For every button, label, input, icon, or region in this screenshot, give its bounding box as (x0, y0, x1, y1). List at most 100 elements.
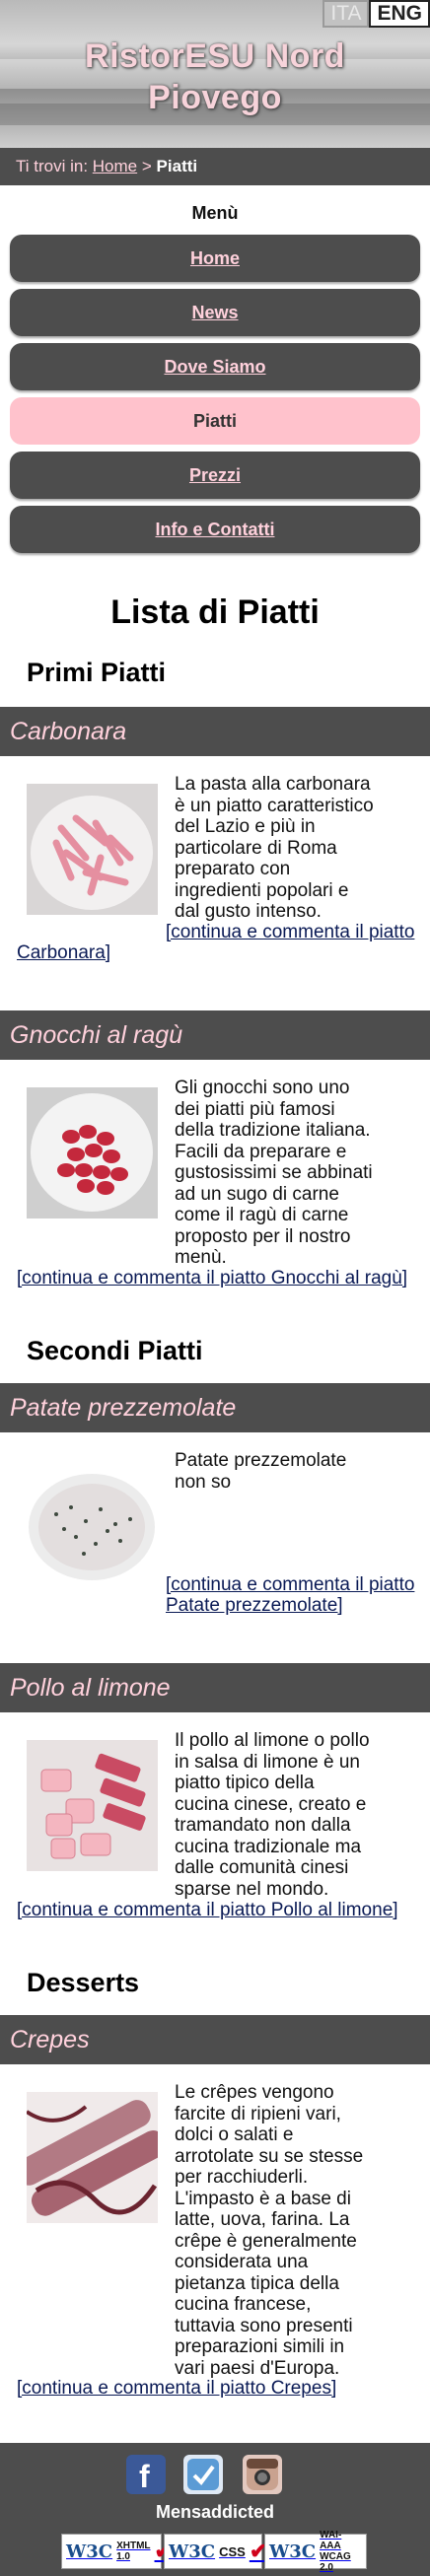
dish-title-gnocchi: Gnocchi al ragù (0, 1010, 430, 1060)
badge-std-version: WCAG 2.0 (320, 2551, 351, 2573)
desc-line: Il pollo al limone o pollo (175, 1730, 370, 1751)
dish-image-crepes (27, 2092, 158, 2223)
lang-ita-link[interactable]: ITA (322, 0, 370, 28)
desc-line: sparse nel mondo. (175, 1878, 329, 1900)
badge-std-name: XHTML (116, 2541, 151, 2551)
desc-line: in salsa di limone è un (175, 1751, 360, 1773)
badge-standard: WAI-AAA WCAG 2.0 (320, 2530, 362, 2573)
facebook-icon[interactable]: f (126, 2455, 166, 2494)
desc-line: latte, uova, farina. La (175, 2209, 350, 2230)
menu-item-dove-siamo[interactable]: Dove Siamo (10, 343, 420, 390)
menu-item-info-contatti[interactable]: Info e Contatti (10, 506, 420, 553)
desc-line: tuttavia sono presenti (175, 2315, 353, 2336)
menu-item-home[interactable]: Home (10, 235, 420, 282)
desc-line: piatto tipico della (175, 1773, 315, 1793)
section-heading-desserts: Desserts (27, 1968, 140, 1997)
dish-image-pollo (27, 1740, 158, 1871)
dish-image-patate (27, 1460, 158, 1591)
dish-title-carbonara: Carbonara (0, 707, 430, 756)
desc-line: tramandato non dalla (175, 1815, 351, 1836)
svg-text:f: f (139, 2459, 150, 2494)
lang-eng-link[interactable]: ENG (369, 0, 430, 28)
desc-line: come il ragù di carne (175, 1205, 349, 1225)
breadcrumb: Ti trovi in: Home > Piatti (0, 148, 430, 185)
desc-line: farcite di ripieni vari, (175, 2103, 341, 2124)
desc-line: è un piatto caratteristico (175, 795, 374, 816)
desc-line: particolare di Roma (175, 837, 337, 859)
desc-line: crêpe è generalmente (175, 2230, 357, 2252)
breadcrumb-current: Piatti (156, 157, 198, 175)
site-title-line2: Piovego (148, 79, 282, 116)
menu-item-news[interactable]: News (10, 289, 420, 336)
section-heading-primi: Primi Piatti (27, 658, 167, 687)
dish-image-carbonara (27, 784, 158, 915)
dish-image-gnocchi (27, 1087, 158, 1218)
desc-line: ingredienti popolari e (175, 879, 349, 901)
dish-link-patate-part1[interactable]: [continua e commenta il piatto (166, 1574, 414, 1596)
desc-line: Gli gnocchi sono uno (175, 1078, 350, 1098)
site-header: ITA ENG RistorESU Nord Piovego (0, 0, 430, 148)
badge-w3c-logo: W3C (269, 2541, 317, 2562)
desc-line: preparazioni simili in (175, 2336, 345, 2357)
desc-line: gustosissimi se abbinati (175, 1162, 373, 1183)
dish-link-patate-part2[interactable]: Patate prezzemolate] (166, 1595, 343, 1617)
desc-line: dolci o salati e (175, 2124, 294, 2145)
menu-item-prezzi[interactable]: Prezzi (10, 452, 420, 499)
desc-line: dei piatti più famosi (175, 1098, 335, 1120)
desc-line: pietanza tipica della (175, 2272, 339, 2294)
instagram-icon[interactable] (243, 2455, 282, 2494)
desc-line: Patate prezzemolate (175, 1450, 347, 1471)
desc-line: arrotolate su se stesse (175, 2145, 364, 2167)
desc-line: non so (175, 1471, 232, 1493)
desc-line: dal gusto intenso. (175, 901, 322, 922)
desc-line: Le crêpes vengono (175, 2082, 334, 2103)
site-footer: f Mensaddicted W3C XHTML1.0 ✔ W3C CSS ✔ … (0, 2443, 430, 2576)
dish-description-carbonara: La pasta alla carbonara è un piatto cara… (175, 774, 396, 923)
badge-w3c-logo: W3C (66, 2541, 113, 2562)
desc-line: menù. (175, 1247, 227, 1268)
footer-site-name: Mensaddicted (155, 2502, 275, 2522)
dish-description-crepes: Le crêpes vengono farcite di ripieni var… (175, 2082, 396, 2379)
dish-title-patate: Patate prezzemolate (0, 1383, 430, 1432)
desc-line: La pasta alla carbonara (175, 774, 371, 795)
menu-item-piatti-active: Piatti (10, 397, 420, 445)
breadcrumb-prefix: Ti trovi in: (16, 157, 89, 175)
desc-line: del Lazio e più in (175, 816, 316, 837)
desc-line: della tradizione italiana. (175, 1120, 371, 1141)
desc-line: considerata una (175, 2252, 309, 2272)
language-switcher: ITA ENG (322, 0, 430, 28)
badge-std-version: 1.0 (116, 2551, 130, 2562)
dish-description-gnocchi: Gli gnocchi sono uno dei piatti più famo… (175, 1078, 396, 1269)
badge-std-name: WAI-AAA (320, 2530, 342, 2551)
dish-title-crepes: Crepes (0, 2015, 430, 2064)
desc-line: dalle comunità cinesi (175, 1857, 349, 1878)
dish-link-gnocchi[interactable]: [continua e commenta il piatto Gnocchi a… (17, 1268, 407, 1289)
desc-line: cucina francese, (175, 2294, 312, 2315)
dish-description-pollo: Il pollo al limone o pollo in salsa di l… (175, 1730, 396, 1900)
site-title: RistorESU Nord Piovego (0, 35, 430, 118)
page-heading: Lista di Piatti (110, 593, 320, 631)
breadcrumb-home-link[interactable]: Home (93, 157, 137, 175)
dish-title-pollo: Pollo al limone (0, 1663, 430, 1712)
badge-std-name: CSS (219, 2543, 246, 2559)
desc-line: L'impasto è a base di (175, 2188, 351, 2209)
dish-link-pollo[interactable]: [continua e commenta il piatto Pollo al … (17, 1900, 398, 1921)
w3c-xhtml-badge[interactable]: W3C XHTML1.0 ✔ (61, 2534, 173, 2569)
dish-link-carbonara-part2[interactable]: Carbonara] (17, 942, 110, 964)
desc-line: Facili da preparare e (175, 1141, 347, 1162)
badge-w3c-logo: W3C (169, 2541, 216, 2562)
w3c-wai-badge[interactable]: W3C WAI-AAA WCAG 2.0 (264, 2530, 367, 2573)
w3c-css-badge[interactable]: W3C CSS ✔ (164, 2534, 267, 2569)
dish-link-carbonara-part1[interactable]: [continua e commenta il piatto (166, 922, 414, 943)
section-heading-secondi: Secondi Piatti (27, 1336, 203, 1365)
badge-standard: XHTML 1.0 (116, 2541, 150, 2562)
tweet-icon[interactable] (183, 2455, 223, 2494)
dish-link-crepes[interactable]: [continua e commenta il piatto Crepes] (17, 2378, 336, 2400)
desc-line: cucina tradizionale ma (175, 1836, 362, 1857)
desc-line: vari paesi d'Europa. (175, 2357, 340, 2379)
desc-line: preparato con (175, 859, 291, 879)
desc-line: proposto per il nostro (175, 1225, 351, 1247)
breadcrumb-separator: > (141, 157, 152, 175)
desc-line: ad un sugo di carne (175, 1183, 339, 1205)
desc-line: cucina cinese, creato e (175, 1793, 367, 1815)
